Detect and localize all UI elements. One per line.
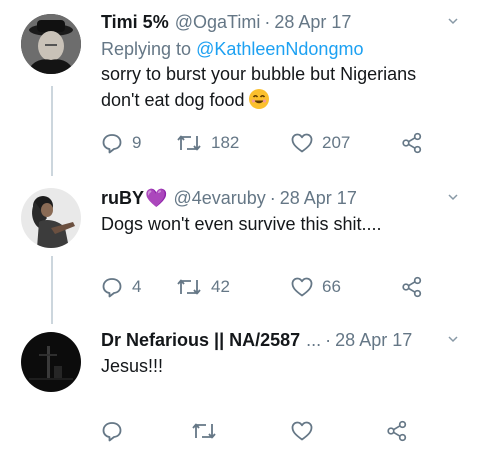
avatar-dr-nefarious[interactable]	[21, 332, 81, 392]
purple-heart-icon: 💜	[145, 188, 168, 208]
reply-icon	[102, 278, 122, 298]
retweet-count: 42	[211, 277, 230, 296]
tweet-1[interactable]: Timi 5% @OgaTimi · 28 Apr 17 Replying to…	[0, 0, 480, 170]
tweet-text-line-2: don't eat dog food	[101, 87, 460, 113]
tweet-3-actions	[101, 420, 408, 442]
reply-mention-link[interactable]: @KathleenNdongmo	[196, 39, 363, 59]
retweet-button[interactable]	[191, 421, 291, 441]
handle-truncation: ...	[306, 330, 322, 350]
reply-count: 9	[132, 133, 142, 152]
replying-to-label: Replying to	[101, 39, 192, 59]
tweet-text: sorry to burst your bubble but Nigerians…	[101, 61, 460, 113]
tweet-date[interactable]: 28 Apr 17	[335, 329, 412, 351]
tweet-text-line: sorry to burst your bubble but Nigerians	[101, 64, 417, 84]
retweet-icon	[192, 423, 216, 439]
smiling-face-emoji-icon	[248, 89, 269, 109]
reply-button[interactable]: 9	[101, 132, 176, 154]
user-handle[interactable]: @OgaTimi	[175, 11, 261, 33]
tweet-3[interactable]: Dr Nefarious || NA/2587 ... · 28 Apr 17 …	[0, 318, 480, 460]
caret-down-icon[interactable]	[448, 334, 458, 344]
separator-dot: ·	[269, 188, 276, 208]
tweet-text-line: Jesus!!!	[101, 356, 164, 376]
replying-to: Replying to @KathleenNdongmo	[101, 37, 460, 61]
retweet-button[interactable]: 42	[176, 277, 291, 297]
tweet-1-actions: 9 182 207	[101, 132, 423, 154]
reply-button[interactable]	[101, 420, 191, 442]
share-icon	[402, 132, 422, 154]
like-button[interactable]: 66	[291, 277, 401, 297]
like-count: 66	[322, 277, 341, 296]
display-name[interactable]: ruBY	[101, 187, 144, 209]
tweet-date[interactable]: 28 Apr 17	[280, 187, 357, 209]
share-icon	[402, 276, 422, 298]
like-button[interactable]: 207	[291, 133, 401, 153]
share-button[interactable]	[401, 276, 423, 298]
caret-down-icon[interactable]	[448, 192, 458, 202]
like-button[interactable]	[291, 421, 386, 441]
like-count: 207	[322, 133, 351, 152]
tweet-text-line: Dogs won't even survive this shit....	[101, 214, 382, 234]
retweet-button[interactable]: 182	[176, 133, 291, 153]
display-name[interactable]: Timi 5%	[101, 11, 169, 33]
tweet-3-header: Dr Nefarious || NA/2587 ... · 28 Apr 17	[101, 329, 440, 351]
tweet-2-actions: 4 42 66	[101, 276, 423, 298]
caret-down-icon[interactable]	[448, 16, 458, 26]
retweet-icon	[177, 135, 201, 151]
retweet-count: 182	[211, 133, 240, 152]
separator-dot: ·	[264, 12, 271, 32]
reply-icon	[102, 134, 122, 154]
tweet-2-header: ruBY 💜 @4evaruby · 28 Apr 17	[101, 187, 460, 209]
like-icon	[291, 133, 313, 153]
tweet-text: Jesus!!!	[101, 353, 440, 379]
tweet-1-header: Timi 5% @OgaTimi · 28 Apr 17	[101, 11, 460, 33]
reply-icon	[102, 422, 122, 442]
like-icon	[291, 421, 313, 441]
like-icon	[291, 277, 313, 297]
avatar-ruby[interactable]	[21, 188, 81, 248]
tweet-text: Dogs won't even survive this shit....	[101, 211, 460, 237]
separator-dot: ·	[325, 330, 332, 350]
tweet-date[interactable]: 28 Apr 17	[274, 11, 351, 33]
share-button[interactable]	[401, 132, 423, 154]
display-name[interactable]: Dr Nefarious || NA/2587	[101, 329, 300, 351]
tweet-2[interactable]: ruBY 💜 @4evaruby · 28 Apr 17 Dogs won't e…	[0, 176, 480, 316]
retweet-icon	[177, 279, 201, 295]
share-button[interactable]	[386, 420, 408, 442]
reply-button[interactable]: 4	[101, 276, 176, 298]
avatar-timi[interactable]	[21, 14, 81, 74]
reply-count: 4	[132, 277, 142, 296]
tweet-text-line: don't eat dog food	[101, 90, 245, 110]
share-icon	[387, 420, 407, 442]
user-handle[interactable]: @4evaruby	[173, 187, 265, 209]
